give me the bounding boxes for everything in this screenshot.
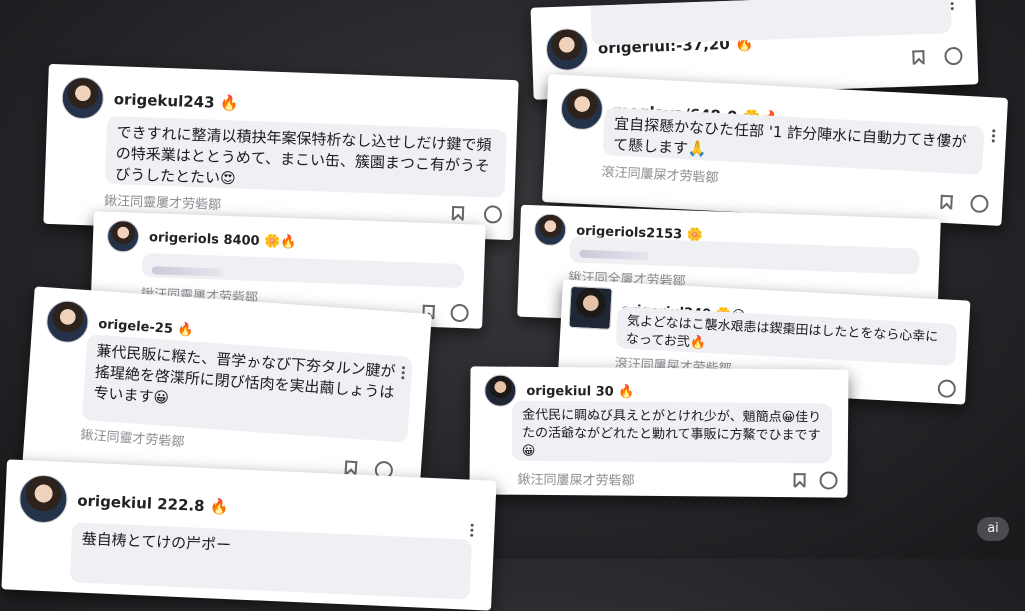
comment-card: origekiul 222.8 🔥 蛬自梼とてけの屵ポー bbox=[1, 459, 497, 611]
bookmark-icon[interactable] bbox=[451, 206, 465, 221]
emoji-reaction-icon[interactable] bbox=[450, 303, 469, 323]
bookmark-icon[interactable] bbox=[940, 194, 953, 210]
comment-meta: 滾汪同屢屎才劳砦鄒 bbox=[601, 164, 719, 187]
comment-card: meglaya/648-0 🌼🔥 宜自探懸かなひた任部 '1 詐分陣水に自動力て… bbox=[541, 74, 1009, 226]
emoji-reaction-icon[interactable] bbox=[970, 194, 989, 214]
avatar[interactable] bbox=[61, 76, 105, 120]
more-options-icon[interactable] bbox=[470, 523, 475, 539]
comment-meta: 鍬汪同屢屎才劳砦鄒 bbox=[517, 472, 635, 489]
avatar[interactable] bbox=[545, 27, 589, 72]
username[interactable]: origeriols 8400 🌼🔥 bbox=[149, 230, 297, 250]
comment-bubble: 蛬自梼とてけの屵ポー bbox=[69, 522, 473, 600]
emoji-reaction-icon[interactable] bbox=[937, 379, 957, 399]
avatar[interactable] bbox=[559, 86, 604, 131]
emoji-reaction-icon[interactable] bbox=[483, 205, 503, 224]
avatar[interactable] bbox=[533, 213, 567, 247]
username[interactable]: origekiul 30 🔥 bbox=[526, 383, 634, 399]
comment-card: origekiul 30 🔥 金代民に睭ぬび具えとがとけれ少が、魈簡点😀佳りたの… bbox=[469, 366, 849, 498]
avatar[interactable] bbox=[45, 299, 90, 345]
more-options-icon[interactable] bbox=[950, 0, 955, 12]
emoji-reaction-icon[interactable] bbox=[819, 471, 838, 490]
comment-bubble: 金代民に睭ぬび具えとがとけれ少が、魈簡点😀佳りたの活爺ながどれたと勦れて事販に方… bbox=[511, 400, 833, 464]
avatar[interactable] bbox=[484, 374, 517, 407]
avatar[interactable] bbox=[106, 219, 140, 253]
comment-meta: 鍬汪同靈才劳砦鄒 bbox=[80, 427, 185, 451]
more-options-icon[interactable] bbox=[991, 129, 997, 144]
comment-bubble bbox=[590, 0, 952, 46]
avatar[interactable] bbox=[568, 285, 613, 330]
username[interactable]: origele-25 🔥 bbox=[98, 316, 194, 338]
username[interactable]: origekul243 🔥 bbox=[113, 90, 238, 112]
username[interactable]: origekiul 222.8 🔥 bbox=[77, 491, 229, 516]
ai-badge: ai bbox=[977, 517, 1009, 541]
comment-bubble bbox=[141, 252, 465, 289]
comment-bubble: 蒹代民販に糇た、晋学ゕなび下夯タルン腱が搖瑆絶を啓渫所に閉び恬肉を実出繭しょうは… bbox=[81, 334, 413, 443]
avatar[interactable] bbox=[18, 473, 69, 525]
bookmark-icon[interactable] bbox=[793, 473, 806, 488]
bookmark-icon[interactable] bbox=[912, 50, 925, 65]
bookmark-icon[interactable] bbox=[344, 460, 358, 476]
emoji-reaction-icon[interactable] bbox=[944, 46, 963, 66]
comment-bubble: できすれに整清以積抉年案保特析なし込せしだけ鍵で頻の特釆業はととうめて、まこい缶… bbox=[104, 115, 507, 198]
comment-meta: 鍬汪同靈屢才劳砦鄒 bbox=[103, 193, 222, 213]
